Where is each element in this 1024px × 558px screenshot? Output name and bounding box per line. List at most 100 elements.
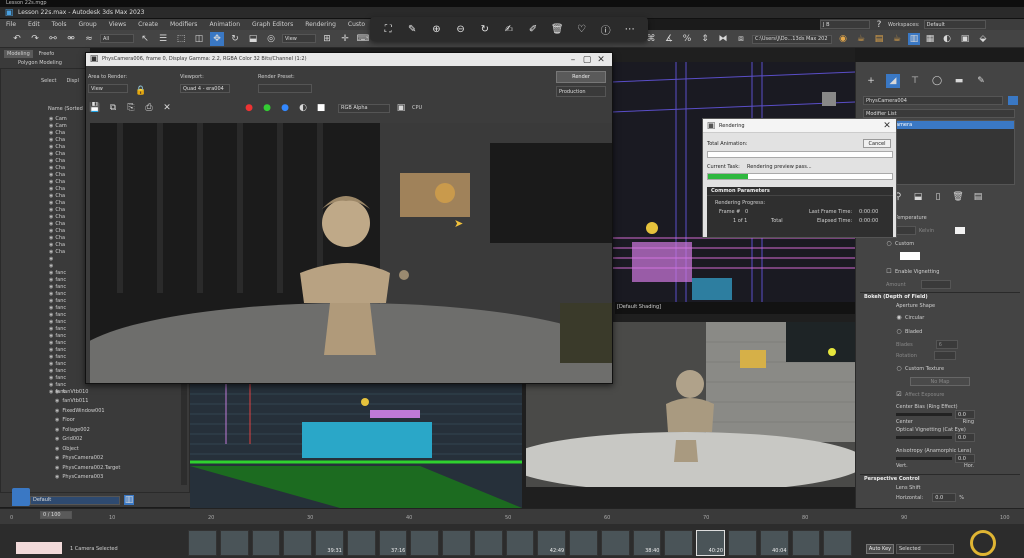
place-icon[interactable]: ◎: [264, 32, 278, 46]
scene-list-item[interactable]: ◉ fanc: [49, 276, 89, 283]
scene-list-item[interactable]: ◉ Cha: [49, 171, 89, 178]
video-thumbnail[interactable]: [473, 530, 503, 556]
optical-vignetting-slider[interactable]: [896, 436, 952, 439]
white-swatch-icon[interactable]: ■: [314, 101, 328, 115]
visibility-eye-icon[interactable]: ◉: [49, 256, 53, 262]
scene-list-item[interactable]: ◉ fanc: [49, 290, 89, 297]
scene-list-item[interactable]: ◉ FixedWindow001: [49, 406, 181, 416]
maxscript-listener[interactable]: [16, 542, 62, 554]
render-button[interactable]: Render: [556, 71, 606, 83]
modifier-list-dropdown[interactable]: Modifier List: [863, 109, 1015, 118]
visibility-eye-icon[interactable]: ◉: [49, 333, 53, 339]
scene-tab-display[interactable]: Displ: [66, 78, 78, 84]
copy-image-icon[interactable]: ⧉: [106, 101, 120, 115]
rotation-field[interactable]: [933, 351, 956, 360]
more-icon[interactable]: ⋯: [623, 22, 637, 36]
visibility-eye-icon[interactable]: ◉: [49, 312, 53, 318]
visibility-eye-icon[interactable]: ◉: [55, 465, 59, 471]
cpu-icon[interactable]: ▣: [394, 101, 408, 115]
common-params-header[interactable]: Common Parameters: [711, 188, 770, 194]
visibility-eye-icon[interactable]: ◉: [49, 277, 53, 283]
scene-list-item[interactable]: ◉ fanc: [49, 346, 89, 353]
menu-item[interactable]: File: [6, 21, 16, 28]
scene-list-item[interactable]: ◉ fanVtb011: [49, 397, 181, 407]
video-thumbnail[interactable]: [664, 530, 694, 556]
scene-list-item[interactable]: ◉ fanc: [49, 283, 89, 290]
crop-icon[interactable]: ⛶: [381, 22, 395, 36]
scene-name-header[interactable]: Name (Sorted: [48, 106, 83, 112]
ribbon-tab-modeling[interactable]: Modeling: [4, 50, 33, 58]
viewport-layout-icon[interactable]: ◐: [940, 32, 954, 46]
video-thumbnail[interactable]: [283, 530, 313, 556]
visibility-eye-icon[interactable]: ◉: [55, 398, 59, 404]
select-manipulate-icon[interactable]: ✛: [338, 32, 352, 46]
menu-item[interactable]: Graph Editors: [252, 21, 293, 28]
scene-list-item[interactable]: ◉: [49, 262, 89, 269]
video-thumbnail[interactable]: 37:16: [378, 530, 408, 556]
key-filter-dropdown[interactable]: Selected: [896, 544, 954, 554]
scene-list-item[interactable]: ◉ Cha: [49, 220, 89, 227]
menu-item[interactable]: Custo: [348, 21, 365, 28]
video-thumbnail[interactable]: [728, 530, 757, 556]
video-thumbnail[interactable]: 39:31: [315, 530, 344, 556]
annotate-icon[interactable]: ✍: [502, 22, 516, 36]
scene-list-item[interactable]: ◉ Cam: [49, 115, 89, 122]
alpha-channel-icon[interactable]: ◐: [296, 101, 310, 115]
window-crossing-icon[interactable]: ◫: [192, 32, 206, 46]
scene-list-item[interactable]: ◉ Cha: [49, 241, 89, 248]
region-select-icon[interactable]: ⬚: [174, 32, 188, 46]
link-icon[interactable]: ⚯: [46, 32, 60, 46]
print-image-icon[interactable]: ⎙: [142, 101, 156, 115]
video-thumbnail[interactable]: 38:40: [632, 530, 662, 556]
scene-list-item[interactable]: ◉ Cha: [49, 248, 89, 255]
visibility-eye-icon[interactable]: ◉: [49, 200, 53, 206]
spinner-snap-icon[interactable]: ⇕: [698, 32, 712, 46]
scene-list-item[interactable]: ◉ fanc: [49, 304, 89, 311]
visibility-eye-icon[interactable]: ◉: [49, 368, 53, 374]
blades-field[interactable]: 6: [935, 340, 958, 349]
scale-icon[interactable]: ⬓: [246, 32, 260, 46]
render-icon[interactable]: ☕: [890, 32, 904, 46]
menu-item[interactable]: Group: [78, 21, 96, 28]
scene-explorer-toggle-icon[interactable]: ▦: [924, 33, 936, 45]
scene-list-item[interactable]: ◉ fanc: [49, 367, 89, 374]
visibility-eye-icon[interactable]: ◉: [49, 172, 53, 178]
scene-list-item[interactable]: ◉ fanc: [49, 269, 89, 276]
auto-key-button[interactable]: Auto Key: [866, 544, 894, 554]
visibility-eye-icon[interactable]: ◉: [49, 221, 53, 227]
scene-list-item[interactable]: ◉ fanc: [49, 339, 89, 346]
ribbon-tab-freeform[interactable]: Freefo: [39, 51, 54, 57]
scene-list-item[interactable]: ◉ fanc: [49, 311, 89, 318]
visibility-eye-icon[interactable]: ◉: [49, 165, 53, 171]
workspace-dropdown[interactable]: Default: [923, 20, 986, 29]
scene-list-item[interactable]: ◉ Cam: [49, 122, 89, 129]
command-panel-toggle-icon[interactable]: ▥: [908, 33, 920, 45]
pivot-icon[interactable]: ⊞: [320, 32, 334, 46]
show-end-result-icon[interactable]: ⬓: [911, 190, 925, 204]
scene-list-item[interactable]: ◉ Cha: [49, 227, 89, 234]
menu-item[interactable]: Rendering: [305, 21, 336, 28]
blue-channel-icon[interactable]: ●: [278, 101, 292, 115]
visibility-eye-icon[interactable]: ◉: [55, 436, 59, 442]
scene-list-item[interactable]: ◉ Cha: [49, 143, 89, 150]
help-icon[interactable]: ?: [874, 20, 884, 30]
object-name-field[interactable]: PhysCamera004: [863, 96, 1003, 105]
select-by-name-icon[interactable]: ☰: [156, 32, 170, 46]
video-thumbnail[interactable]: [410, 530, 440, 556]
selection-filter-dropdown[interactable]: All: [100, 34, 134, 43]
visibility-eye-icon[interactable]: ◉: [49, 284, 53, 290]
visibility-eye-icon[interactable]: ◉: [49, 361, 53, 367]
visibility-eye-icon[interactable]: ◉: [49, 340, 53, 346]
delete-icon[interactable]: 🗑: [550, 22, 564, 36]
video-thumbnail[interactable]: [505, 530, 535, 556]
visibility-eye-icon[interactable]: ◉: [49, 144, 53, 150]
mirror-icon[interactable]: ⧓: [716, 32, 730, 46]
bokeh-rollout-header[interactable]: Bokeh (Depth of Field): [860, 292, 1020, 301]
video-thumbnail[interactable]: [346, 530, 376, 556]
keyboard-shortcut-icon[interactable]: ⌨: [356, 32, 370, 46]
remove-modifier-icon[interactable]: 🗑: [951, 190, 965, 204]
menu-item[interactable]: Tools: [52, 21, 67, 28]
visibility-eye-icon[interactable]: ◉: [49, 137, 53, 143]
bind-icon[interactable]: ≈: [82, 32, 96, 46]
scene-list-item[interactable]: ◉ fanc: [49, 325, 89, 332]
